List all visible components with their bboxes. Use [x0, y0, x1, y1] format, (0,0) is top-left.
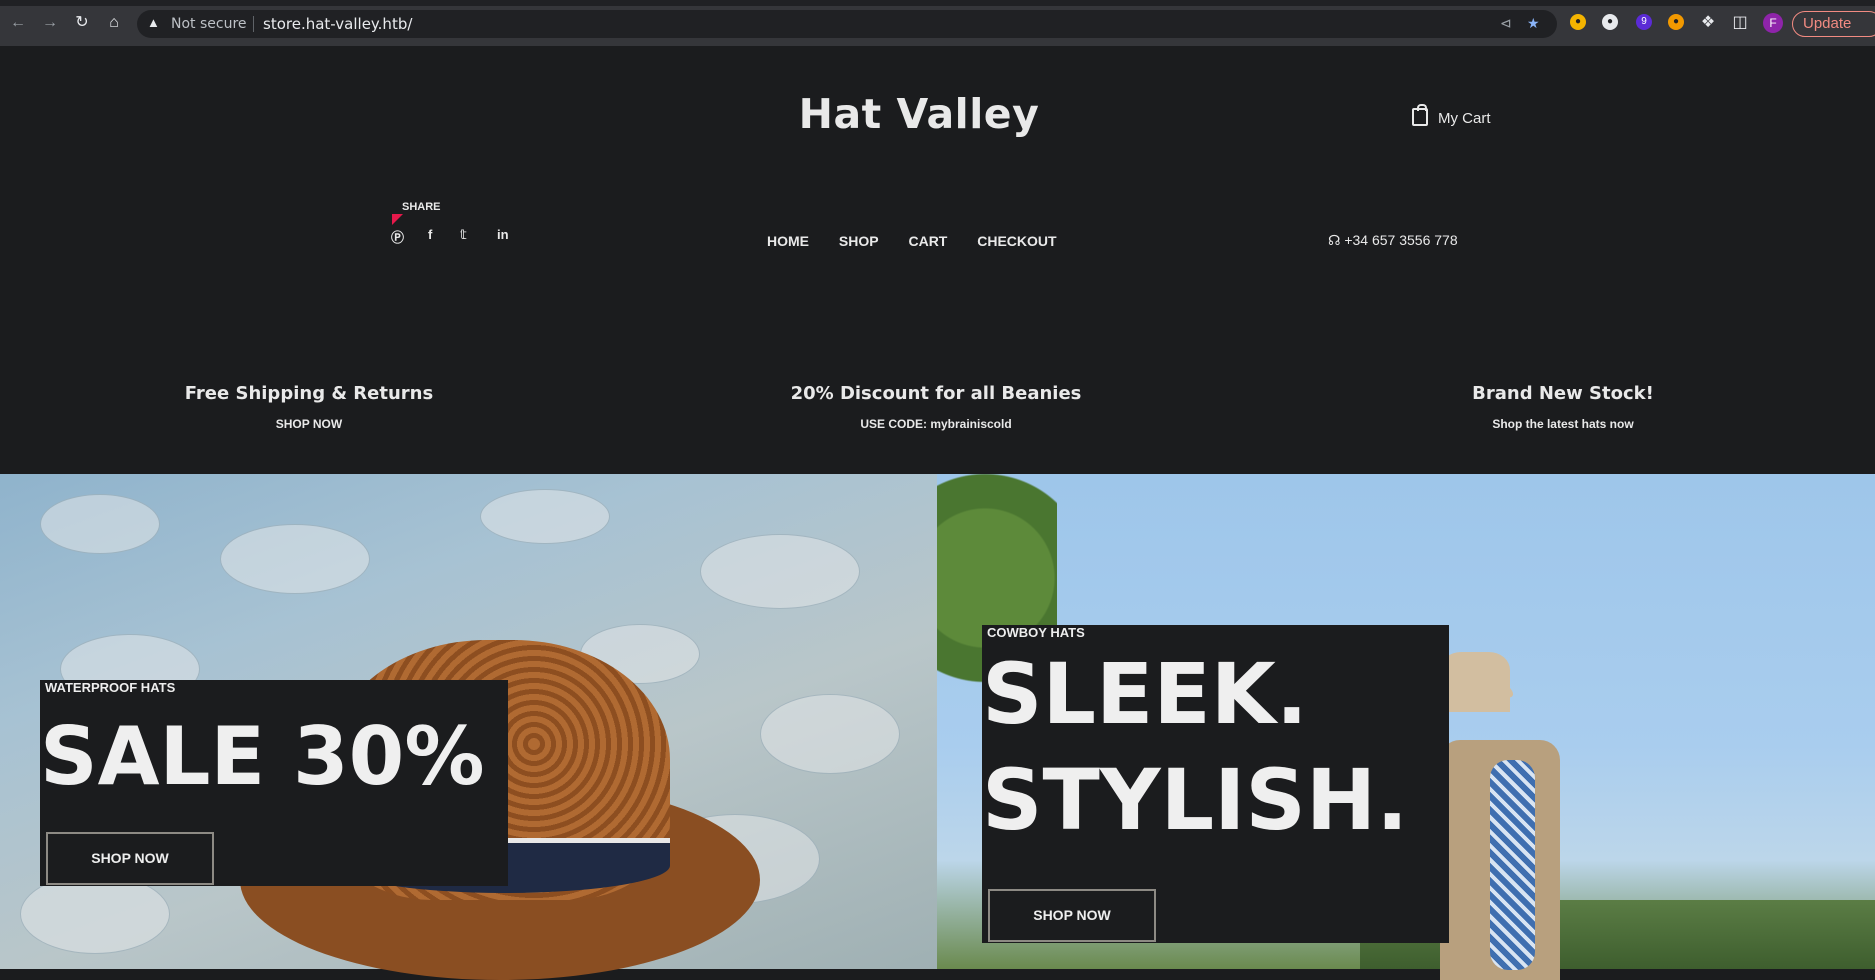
stone-image — [760, 694, 900, 774]
profile-avatar[interactable]: F — [1763, 13, 1783, 33]
menu-shop[interactable]: SHOP — [839, 233, 879, 249]
forward-icon[interactable]: → — [40, 13, 60, 33]
stone-image — [220, 524, 370, 594]
share-icon[interactable]: ⊲ — [1500, 15, 1512, 32]
address-bar[interactable]: ▲ Not secure store.hat-valley.htb/ ⊲ ★ — [137, 10, 1557, 38]
site-logo[interactable]: Hat Valley — [0, 90, 1838, 138]
back-icon[interactable]: ← — [8, 13, 28, 33]
main-menu: HOME SHOP CART CHECKOUT — [767, 233, 1083, 249]
shop-now-button[interactable]: SHOP NOW — [46, 832, 214, 885]
url-text[interactable]: store.hat-valley.htb/ — [263, 15, 412, 33]
stone-image — [20, 874, 170, 954]
promo-title: 20% Discount for all Beanies — [790, 383, 1082, 404]
extension-glasses-icon[interactable]: ● — [1602, 14, 1618, 30]
promo-code: USE CODE: mybrainiscold — [860, 417, 1012, 431]
cowboy-plaid-shirt-image — [1490, 760, 1535, 970]
stone-image — [700, 534, 860, 609]
promo-link[interactable]: SHOP NOW — [109, 417, 509, 431]
not-secure-label[interactable]: Not secure — [171, 16, 247, 32]
browser-toolbar: ← → ↻ ⌂ ▲ Not secure store.hat-valley.ht… — [0, 0, 1875, 46]
cookie-extension-icon[interactable]: ● — [1668, 14, 1684, 30]
address-separator — [253, 16, 254, 32]
sale-card: WATERPROOF HATS SALE 30% SHOP NOW — [40, 680, 508, 886]
promo-title: Free Shipping & Returns — [184, 383, 434, 404]
cart-bag-icon — [1412, 104, 1428, 126]
menu-cart[interactable]: CART — [908, 233, 947, 249]
headset-icon: ☊ — [1328, 232, 1341, 248]
facebook-icon[interactable]: f — [428, 227, 432, 242]
extension-icon[interactable]: ● — [1570, 14, 1586, 30]
phone-contact[interactable]: ☊ +34 657 3556 778 — [1328, 232, 1458, 249]
extensions-puzzle-icon[interactable]: ❖ — [1698, 13, 1718, 33]
promo-free-shipping: Free Shipping & Returns SHOP NOW — [109, 383, 509, 431]
sleek-stylish-card: COWBOY HATS SLEEK. STYLISH. SHOP NOW — [982, 625, 1449, 943]
menu-checkout[interactable]: CHECKOUT — [977, 233, 1056, 249]
extension-badge-count: 9 — [1641, 16, 1647, 27]
phone-number: +34 657 3556 778 — [1344, 232, 1458, 248]
stone-image — [40, 494, 160, 554]
my-cart-link[interactable]: My Cart — [1412, 104, 1491, 127]
update-button[interactable]: Update — [1792, 11, 1875, 37]
sale-headline: SALE 30% — [40, 710, 485, 803]
promo-new-stock: Brand New Stock! Shop the latest hats no… — [1363, 383, 1763, 431]
promo-sub: Shop the latest hats now — [1492, 417, 1634, 431]
headline-line-2: STYLISH. — [982, 751, 1409, 849]
twitter-icon[interactable]: 𝕥 — [460, 227, 467, 243]
pinterest-icon[interactable]: Ⓟ — [391, 227, 404, 246]
shop-now-button[interactable]: SHOP NOW — [988, 889, 1156, 942]
bookmark-star-icon[interactable]: ★ — [1527, 15, 1540, 32]
linkedin-icon[interactable]: in — [497, 227, 509, 242]
tab-strip — [0, 0, 1875, 6]
cart-label: My Cart — [1438, 110, 1491, 127]
promo-discount: 20% Discount for all Beanies USE CODE: m… — [736, 383, 1136, 431]
warning-icon: ▲ — [147, 15, 160, 30]
menu-home[interactable]: HOME — [767, 233, 809, 249]
banner-kicker: WATERPROOF HATS — [45, 680, 176, 695]
reload-icon[interactable]: ↻ — [72, 13, 92, 33]
extension-badge-icon[interactable]: 9 — [1636, 14, 1652, 30]
banner-kicker: COWBOY HATS — [987, 625, 1085, 640]
promo-title: Brand New Stock! — [1472, 383, 1654, 404]
stone-image — [480, 489, 610, 544]
share-flag-icon — [392, 214, 403, 225]
side-panel-icon[interactable]: ◫ — [1730, 13, 1750, 33]
home-icon[interactable]: ⌂ — [104, 13, 124, 33]
headline-line-1: SLEEK. — [982, 645, 1308, 743]
share-label: SHARE — [402, 201, 441, 213]
